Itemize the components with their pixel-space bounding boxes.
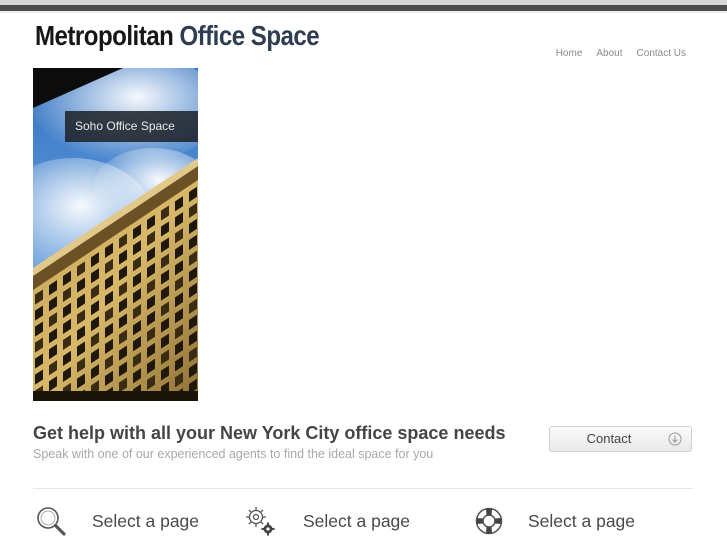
logo-word-office-space: Office Space	[179, 20, 320, 51]
magnifier-icon	[37, 507, 66, 536]
feature-label: Select a page	[92, 510, 200, 531]
nav-about-link[interactable]: About	[596, 48, 622, 59]
hero-caption[interactable]: Soho Office Space	[65, 111, 198, 142]
feature-select-page-1[interactable]: Select a page	[34, 504, 199, 538]
lifebuoy-icon	[475, 507, 503, 535]
cta-heading: Get help with all your New York City off…	[33, 423, 506, 443]
feature-label: Select a page	[303, 510, 411, 531]
feature-select-page-3[interactable]: Select a page	[472, 504, 635, 538]
contact-button-label: Contact	[586, 431, 632, 446]
nav-home-link[interactable]: Home	[556, 48, 583, 59]
arrow-down-circle-icon	[668, 432, 682, 446]
nav-contact-us-link[interactable]: Contact Us	[637, 48, 686, 59]
feature-label: Select a page	[528, 510, 636, 531]
feature-select-page-2[interactable]: Select a page	[243, 504, 410, 538]
contact-button[interactable]: Contact	[549, 426, 692, 452]
browser-top-strip	[0, 0, 727, 13]
main-nav: Home About Contact Us	[556, 48, 686, 59]
section-divider	[33, 488, 693, 489]
logo-word-metropolitan: Metropolitan	[35, 20, 174, 51]
gears-icon	[246, 507, 275, 536]
site-logo[interactable]: Metropolitan Office Space	[35, 19, 320, 53]
cta-subheading: Speak with one of our experienced agents…	[33, 447, 434, 461]
